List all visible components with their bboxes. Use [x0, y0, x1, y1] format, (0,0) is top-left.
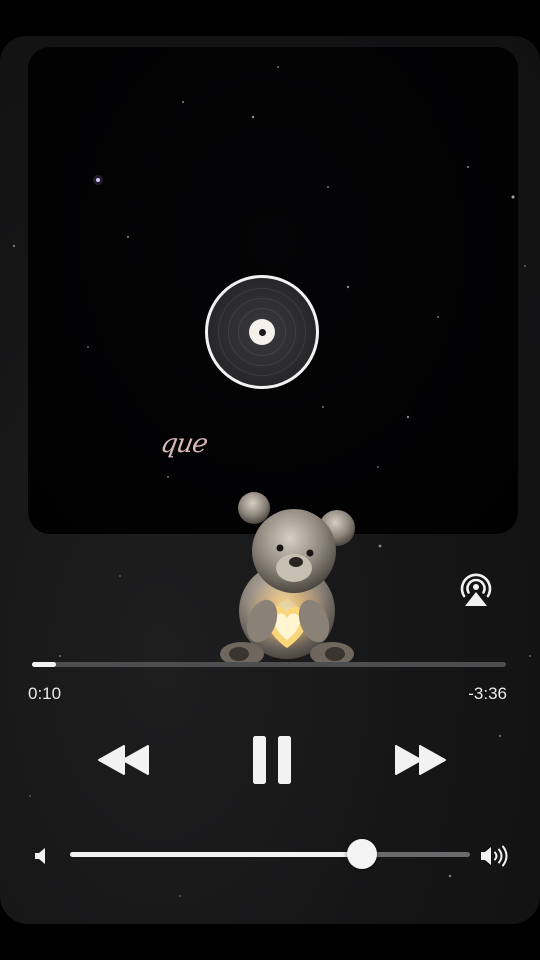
music-player-screen: que 0:10 -3:36: [0, 0, 540, 960]
volume-slider[interactable]: [70, 839, 470, 869]
disc-hole: [258, 328, 266, 336]
playback-progress-bar[interactable]: [32, 662, 506, 667]
album-artwork: que: [28, 47, 518, 534]
elapsed-time: 0:10: [28, 684, 62, 703]
fast-forward-icon: [395, 745, 446, 775]
top-bar: [0, 0, 540, 36]
remaining-time: -3:36: [468, 684, 507, 703]
pause-button[interactable]: [251, 734, 293, 786]
playback-progress-fill: [32, 662, 56, 667]
volume-low-icon[interactable]: [33, 846, 53, 866]
rewind-icon: [98, 745, 149, 775]
vinyl-disc-icon: [205, 275, 319, 389]
volume-slider-knob[interactable]: [347, 839, 377, 869]
airplay-icon[interactable]: [456, 570, 496, 610]
now-playing-panel: que 0:10 -3:36: [0, 36, 540, 924]
pause-icon: [253, 736, 291, 784]
volume-high-icon[interactable]: [479, 844, 509, 868]
teddy-bear-illustration: [220, 492, 355, 666]
bottom-bar: [0, 924, 540, 960]
artwork-overlay-text: que: [158, 429, 210, 459]
fast-forward-button[interactable]: [392, 740, 448, 780]
rewind-button[interactable]: [96, 740, 152, 780]
volume-slider-fill: [70, 852, 362, 857]
